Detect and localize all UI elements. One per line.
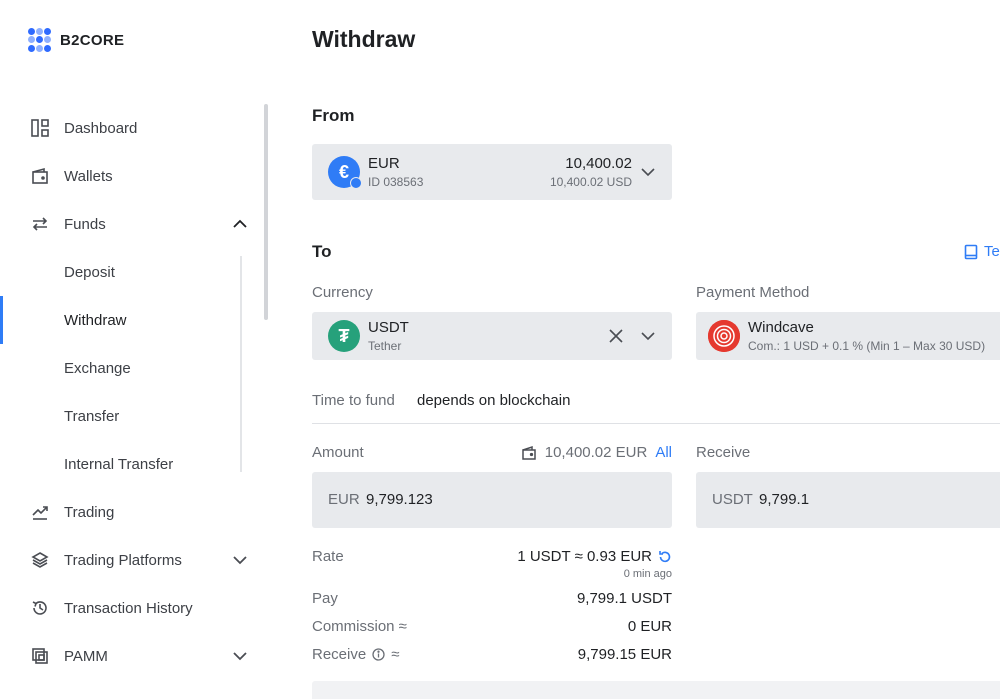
transfer-arrows-icon <box>30 214 50 234</box>
sidebar-item-label: Trading Platforms <box>64 551 182 569</box>
rate-row: 1 USDT ≈ 0.93 EUR <box>517 548 672 565</box>
windcave-logo-icon <box>708 320 740 352</box>
pamm-icon <box>30 646 50 666</box>
sidebar-item-label: Wallets <box>64 167 113 185</box>
wallet-icon <box>30 166 50 186</box>
currency-label: Currency <box>312 284 373 301</box>
receive-summary-label: Receive ≈ <box>312 646 399 663</box>
chevron-up-icon[interactable] <box>230 214 250 234</box>
sidebar-item-label: Internal Transfer <box>64 455 174 473</box>
receive-summary-value: 9,799.15 EUR <box>577 646 672 663</box>
selected-currency: USDT <box>368 319 409 336</box>
sidebar-item-wallets[interactable]: Wallets <box>0 152 262 200</box>
available-amount: 10,400.02 EUR <box>544 444 648 461</box>
chevron-down-icon[interactable] <box>230 646 250 666</box>
rate-value: 1 USDT ≈ 0.93 EUR <box>517 548 652 565</box>
sidebar-item-label: Transfer <box>64 407 120 425</box>
help-link[interactable]: Te <box>964 243 1000 260</box>
layers-icon <box>30 550 50 570</box>
sidebar-item-label: PAMM <box>64 647 108 665</box>
receive-value[interactable]: 9,799.1 <box>759 491 809 508</box>
time-to-fund-label: Time to fund <box>312 392 395 409</box>
from-balance: 10,400.02 <box>565 155 632 172</box>
sidebar-item-label: Funds <box>64 215 106 233</box>
payment-method-select[interactable]: Windcave Com.: 1 USD + 0.1 % (Min 1 – Ma… <box>696 312 1000 360</box>
chevron-down-icon[interactable] <box>230 550 250 570</box>
time-to-fund-value: depends on blockchain <box>417 392 571 409</box>
rate-updated: 0 min ago <box>623 568 672 580</box>
sidebar-item-label: Withdraw <box>64 311 127 329</box>
to-heading: To <box>312 242 332 261</box>
help-link-label: Te <box>984 243 1000 260</box>
sidebar-item-label: Trading <box>64 503 115 521</box>
page-title: Withdraw <box>312 26 416 52</box>
receive-currency: USDT <box>712 491 753 508</box>
sidebar-item-dashboard[interactable]: Dashboard <box>0 104 262 152</box>
sidebar-item-trading-platforms[interactable]: Trading Platforms <box>0 536 262 584</box>
selected-currency-name: Tether <box>368 339 402 353</box>
amount-value[interactable]: 9,799.123 <box>366 491 433 508</box>
receive-input[interactable]: USDT 9,799.1 <box>696 472 1000 528</box>
sidebar-item-funds[interactable]: Funds <box>0 200 262 248</box>
sidebar-item-exchange[interactable]: Exchange <box>0 344 262 392</box>
from-account-id: ID 038563 <box>368 175 424 189</box>
amount-currency: EUR <box>328 491 360 508</box>
currency-select[interactable]: ₮ USDT Tether <box>312 312 672 360</box>
sidebar-item-label: Exchange <box>64 359 131 377</box>
history-icon <box>30 598 50 618</box>
star-badge-icon <box>350 177 362 189</box>
sidebar-item-internal-transfer[interactable]: Internal Transfer <box>0 440 262 488</box>
all-button[interactable]: All <box>655 444 672 461</box>
divider <box>312 423 1000 424</box>
book-icon <box>964 244 978 259</box>
rate-label: Rate <box>312 548 344 565</box>
brand-name: B2CORE <box>60 31 125 49</box>
sidebar-item-label: Transaction History <box>64 599 193 617</box>
wallet-icon <box>522 445 536 460</box>
available-balance: 10,400.02 EUR All <box>521 444 672 461</box>
from-account-select[interactable]: € EUR ID 038563 10,400.02 10,400.02 USD <box>312 144 672 200</box>
clear-icon[interactable] <box>608 328 624 344</box>
from-balance-usd: 10,400.02 USD <box>549 175 632 189</box>
sidebar-item-trading[interactable]: Trading <box>0 488 262 536</box>
tether-icon: ₮ <box>328 320 360 352</box>
receive-label: Receive <box>696 444 751 461</box>
bottom-panel <box>312 681 1000 699</box>
sidebar-item-transfer[interactable]: Transfer <box>0 392 262 440</box>
pay-value: 9,799.1 USDT <box>576 590 672 607</box>
info-icon[interactable] <box>372 648 385 661</box>
refresh-icon[interactable] <box>658 550 672 564</box>
pay-label: Pay <box>312 590 338 607</box>
receive-summary-text: Receive <box>312 646 367 663</box>
sidebar-scrollbar[interactable] <box>264 104 268 320</box>
sidebar: B2CORE Dashboard Wallets Funds Deposit W… <box>0 0 270 699</box>
payment-method-name: Windcave <box>748 319 814 336</box>
sidebar-item-pamm[interactable]: PAMM <box>0 632 262 680</box>
main-content: Withdraw From € EUR ID 038563 10,400.02 … <box>312 0 1000 699</box>
from-currency: EUR <box>368 155 400 172</box>
payment-method-label: Payment Method <box>696 284 810 301</box>
from-heading: From <box>312 106 355 125</box>
chevron-down-icon <box>641 168 655 177</box>
logo-icon <box>28 28 52 52</box>
brand-logo[interactable]: B2CORE <box>28 28 124 52</box>
approx-sign: ≈ <box>391 646 400 663</box>
amount-label: Amount <box>312 444 364 461</box>
sidebar-item-deposit[interactable]: Deposit <box>0 248 262 296</box>
chevron-down-icon[interactable] <box>640 328 656 344</box>
dashboard-icon <box>30 118 50 138</box>
amount-input[interactable]: EUR 9,799.123 <box>312 472 672 528</box>
commission-value: 0 EUR <box>627 618 672 635</box>
sidebar-item-withdraw[interactable]: Withdraw <box>0 296 262 344</box>
sidebar-item-label: Dashboard <box>64 119 138 137</box>
commission-label: Commission ≈ <box>312 618 407 635</box>
payment-commission: Com.: 1 USD + 0.1 % (Min 1 – Max 30 USD) <box>748 339 986 353</box>
trending-chart-icon <box>30 502 50 522</box>
sidebar-item-transaction-history[interactable]: Transaction History <box>0 584 262 632</box>
sidebar-item-label: Deposit <box>64 263 115 281</box>
